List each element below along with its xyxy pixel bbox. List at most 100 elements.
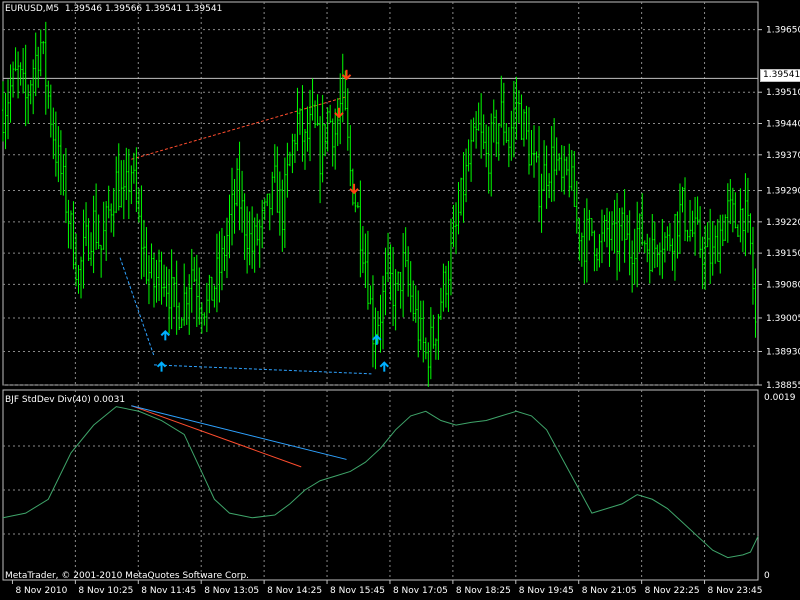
candle	[696, 196, 699, 225]
candle	[711, 221, 714, 276]
candle	[321, 94, 324, 183]
candle	[578, 217, 581, 261]
candle	[540, 173, 543, 233]
candle	[69, 210, 72, 250]
candle	[203, 312, 206, 326]
candle	[34, 32, 37, 97]
candle	[538, 126, 541, 222]
candle	[366, 230, 369, 310]
candle	[676, 211, 679, 259]
x-tick-label: 8 Nov 21:05	[582, 586, 637, 596]
chart-canvas: 1.39650 1.39510 1.39440 1.39370 1.39290 1.392…	[2, 1, 800, 596]
candle	[595, 248, 598, 272]
candle	[27, 84, 30, 124]
candle	[210, 276, 213, 301]
candle	[460, 177, 463, 216]
candle	[193, 256, 196, 283]
candle	[643, 240, 646, 254]
candle	[482, 114, 485, 150]
candle	[42, 40, 45, 55]
candle	[188, 274, 191, 335]
ohlc-label: 1.39546 1.39566 1.39541 1.39541	[64, 4, 223, 14]
candle	[603, 214, 606, 242]
candle	[535, 151, 538, 163]
candle	[341, 53, 344, 123]
candle	[470, 119, 473, 182]
y-tick-label: 1.39005	[766, 314, 800, 324]
x-tick-label: 8 Nov 23:45	[708, 586, 763, 596]
candle	[429, 307, 432, 380]
candle	[666, 226, 669, 251]
arrow-down-icon	[341, 69, 352, 81]
candle	[44, 21, 47, 115]
candle	[334, 108, 337, 170]
candle	[673, 213, 676, 281]
candle	[424, 337, 427, 360]
metatrader-chart-window: { "header": { "symbol_label": "EURUSD,M5…	[0, 0, 800, 600]
candle	[102, 201, 105, 250]
candle	[2, 81, 4, 142]
candle	[585, 198, 588, 283]
candle	[175, 260, 178, 335]
candle	[487, 126, 490, 194]
indicator-divergence-line	[131, 405, 302, 468]
candle	[392, 247, 395, 327]
candle	[115, 156, 118, 214]
candle	[64, 148, 67, 224]
candle	[588, 209, 591, 241]
candle	[442, 263, 445, 312]
candle	[543, 140, 546, 191]
candle	[258, 219, 261, 268]
candle	[621, 207, 624, 241]
candle	[95, 183, 98, 250]
candle	[472, 117, 475, 142]
candle	[553, 118, 556, 202]
y-tick-label: 1.39650	[766, 26, 800, 36]
candle	[631, 240, 634, 293]
candle	[500, 75, 503, 128]
candle	[125, 147, 128, 200]
symbol-label: EURUSD,M5 1.39546 1.39566 1.39541 1.3954…	[5, 4, 223, 14]
candle	[593, 230, 596, 272]
candle	[309, 89, 312, 162]
candle	[336, 98, 339, 147]
candle	[97, 214, 100, 250]
candle	[638, 213, 641, 253]
candle	[298, 108, 301, 135]
candle	[236, 158, 239, 207]
candle	[709, 208, 712, 284]
y-tick-label: 1.39150	[766, 249, 800, 259]
candle	[57, 126, 60, 183]
candle	[52, 107, 55, 160]
y-tick-label: 1.38930	[766, 347, 800, 357]
candle	[505, 123, 508, 143]
candle	[54, 111, 57, 177]
candle	[477, 102, 480, 131]
arrow-up-icon	[379, 361, 389, 372]
candle	[397, 271, 400, 291]
candle	[185, 286, 188, 325]
candle	[253, 217, 256, 273]
candle	[689, 199, 692, 242]
y-tick-label: 1.39370	[766, 151, 800, 161]
candle	[213, 285, 216, 308]
candle	[749, 213, 752, 255]
candle	[480, 93, 483, 159]
indicator-axis-top-label: 0.0019	[764, 393, 796, 403]
candle	[190, 248, 193, 313]
candle	[490, 113, 493, 197]
candle	[427, 342, 430, 387]
candle	[721, 214, 724, 247]
x-tick-label: 8 Nov 17:05	[393, 586, 448, 596]
candle	[62, 154, 65, 196]
candle	[77, 265, 80, 294]
candle	[545, 145, 548, 209]
divergence-lines	[119, 96, 372, 375]
candle	[276, 146, 279, 213]
candle	[158, 249, 161, 301]
candle	[475, 111, 478, 149]
candle	[525, 105, 528, 140]
candle	[22, 47, 25, 94]
candle	[447, 260, 450, 312]
candle	[170, 249, 173, 330]
